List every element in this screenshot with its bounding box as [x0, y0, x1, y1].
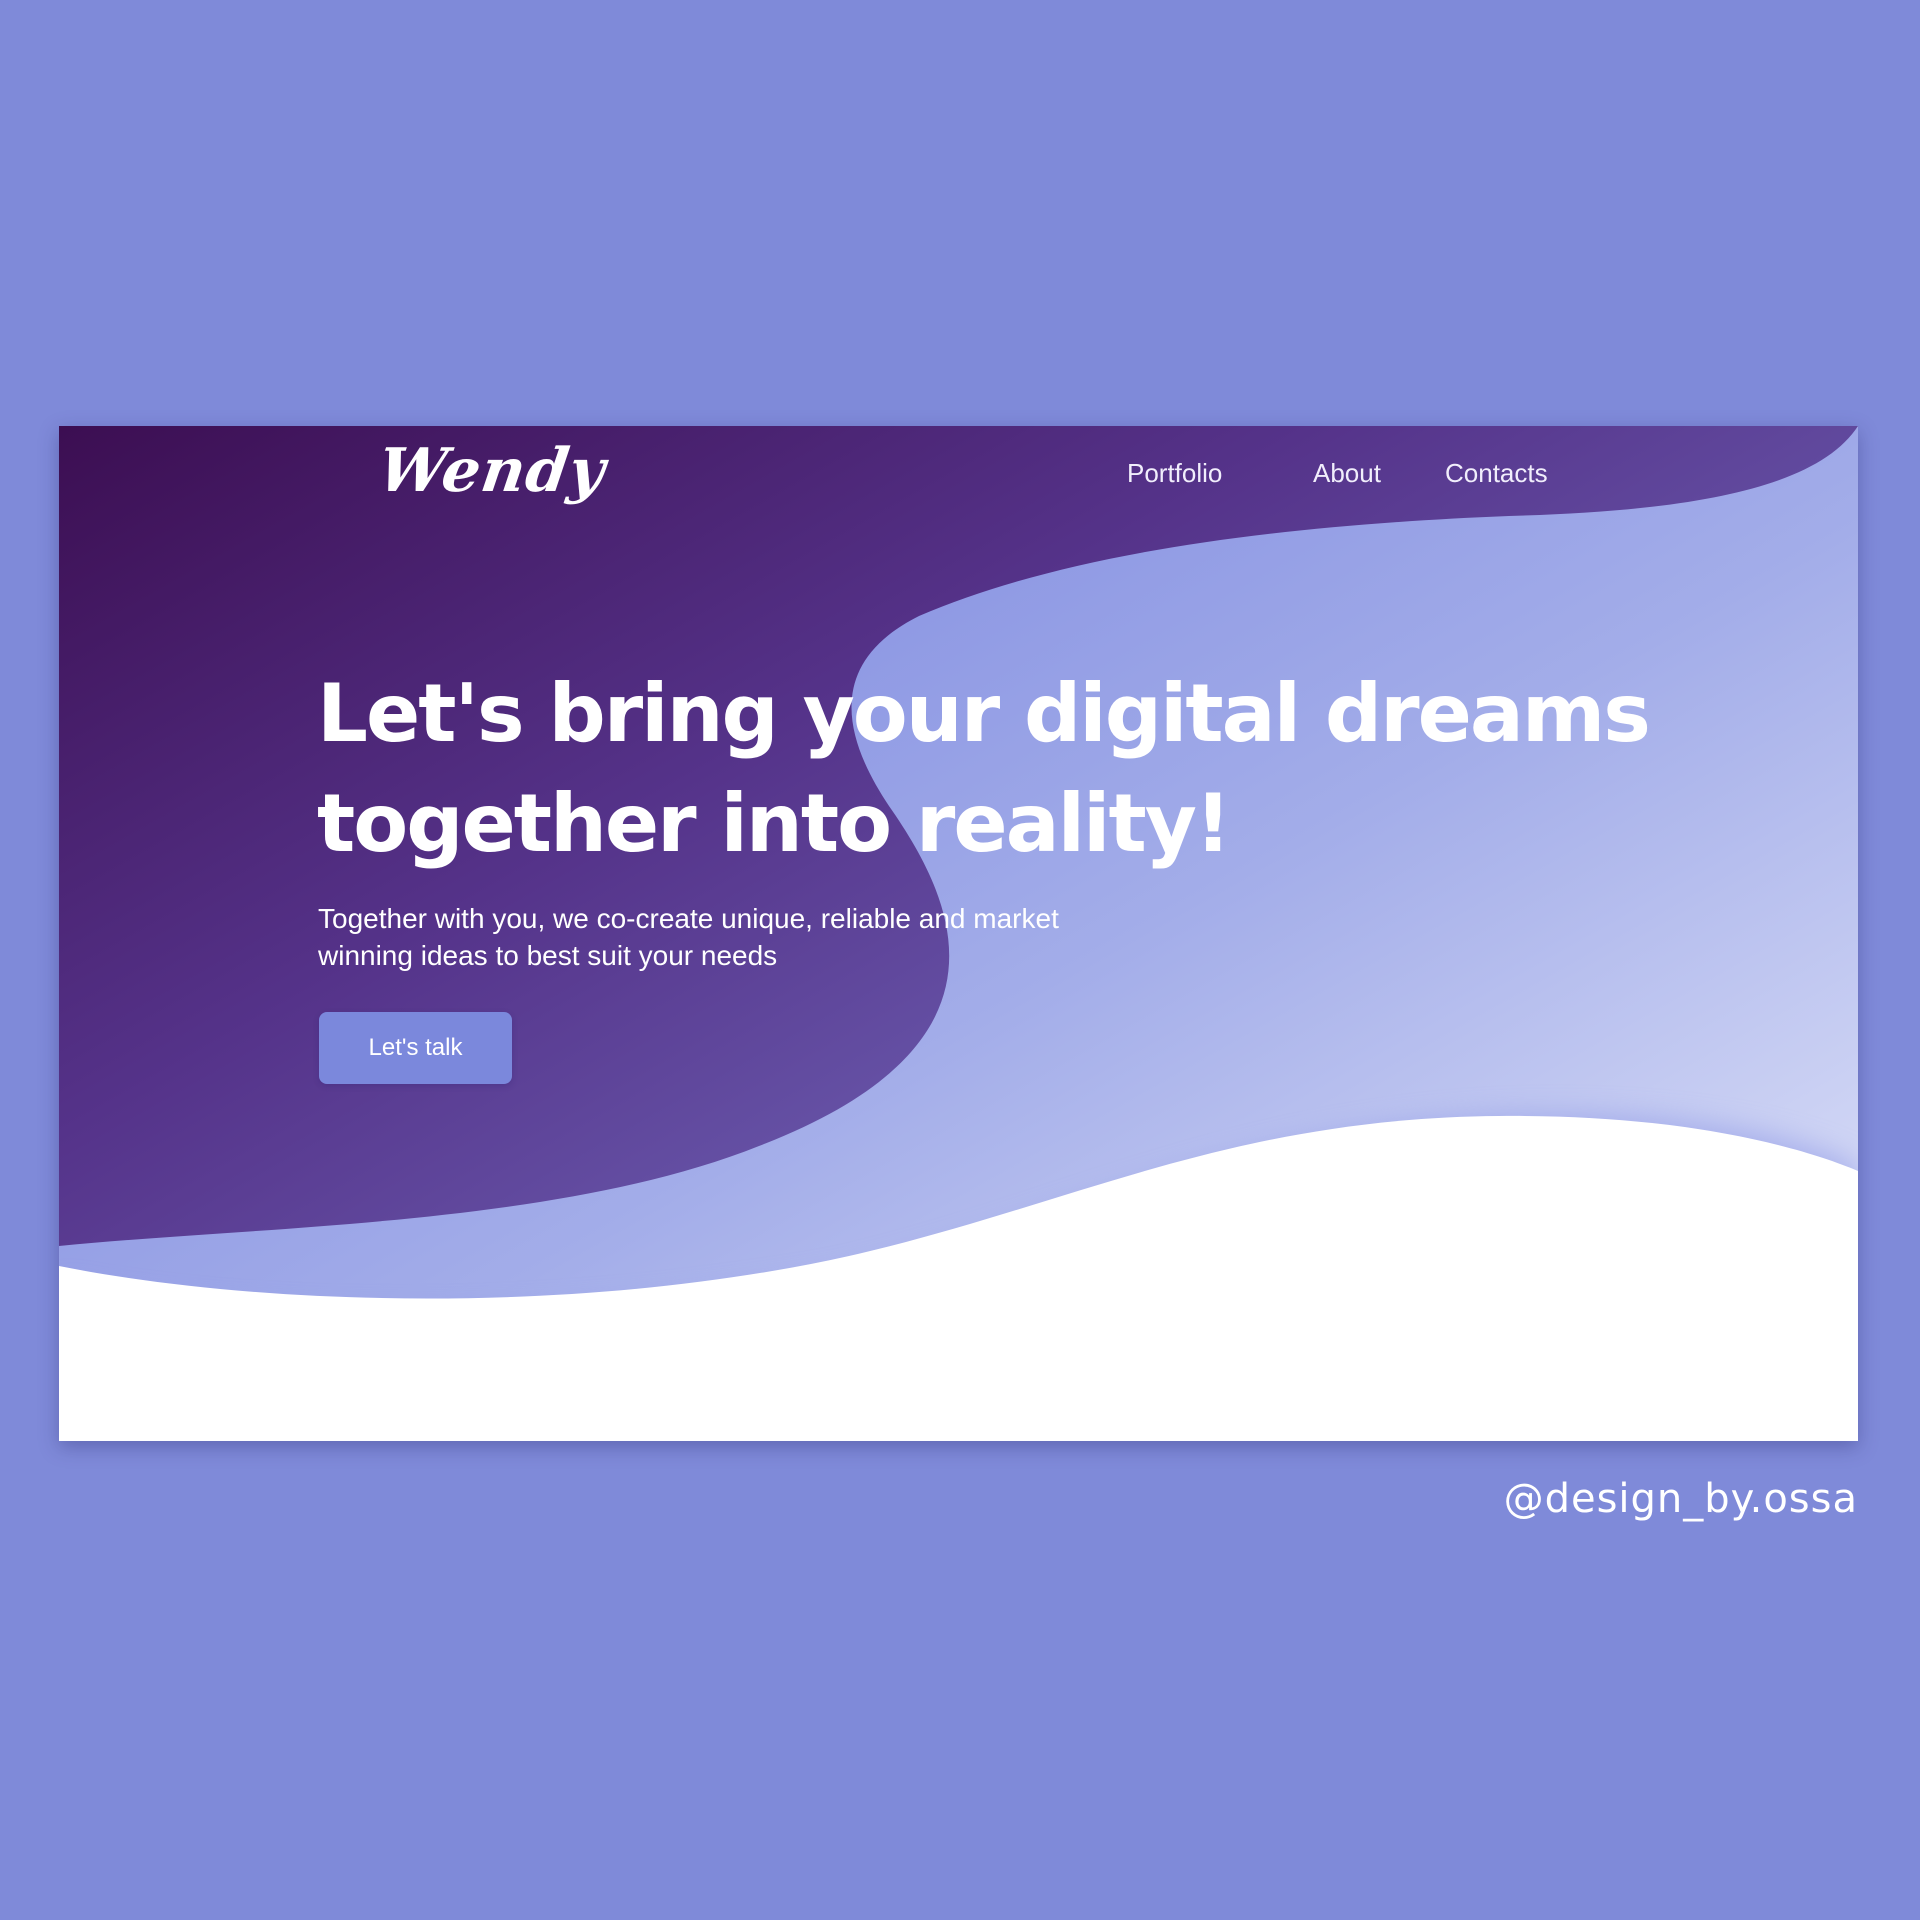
hero-headline-line-1: Let's bring your digital dreams [317, 667, 1651, 760]
designer-credit: @design_by.ossa [1503, 1476, 1858, 1522]
nav-link-contacts[interactable]: Contacts [1445, 458, 1548, 489]
top-nav: Portfolio About Contacts [59, 458, 1858, 498]
page-canvas: Wendy Portfolio About Contacts Let's bri… [0, 0, 1920, 1920]
nav-link-portfolio[interactable]: Portfolio [1127, 458, 1222, 489]
hero-subtitle-line-2: winning ideas to best suit your needs [318, 940, 778, 971]
website-mockup: Wendy Portfolio About Contacts Let's bri… [59, 426, 1858, 1441]
hero-headline-line-2: together into reality! [317, 777, 1231, 870]
nav-link-about[interactable]: About [1313, 458, 1381, 489]
hero-headline: Let's bring your digital dreams together… [317, 659, 1717, 879]
hero-subtitle: Together with you, we co-create unique, … [318, 900, 1118, 974]
lets-talk-button[interactable]: Let's talk [319, 1012, 512, 1084]
hero-subtitle-line-1: Together with you, we co-create unique, … [318, 903, 1059, 934]
